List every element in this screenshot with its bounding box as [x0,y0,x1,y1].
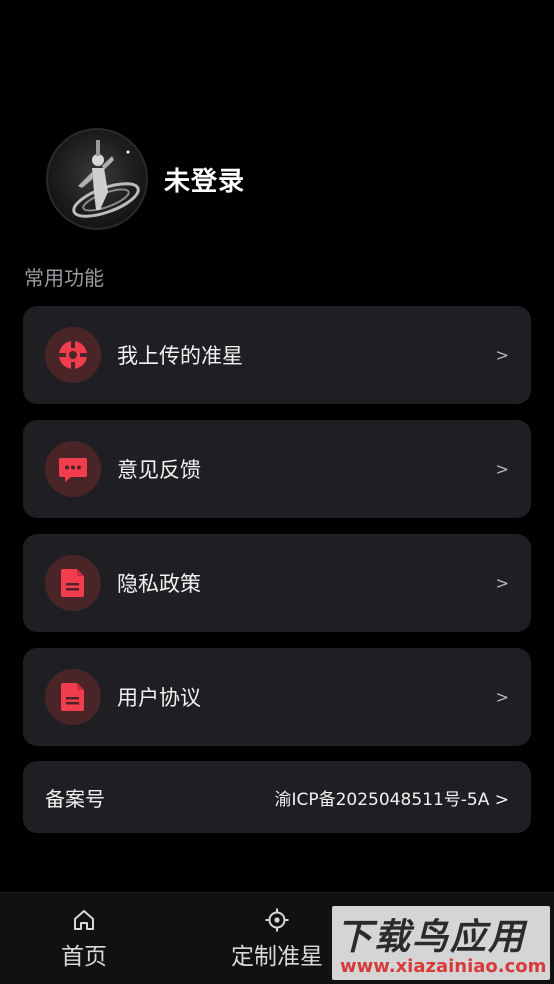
avatar-figure-icon [72,140,140,218]
menu-item-user-agreement[interactable]: 用户协议 > [23,648,531,746]
menu-item-label: 隐私政策 [117,572,201,596]
avatar[interactable] [46,128,148,230]
menu-item-feedback[interactable]: 意见反馈 > [23,420,531,518]
chevron-right-icon: > [495,573,509,593]
menu-item-privacy-policy[interactable]: 隐私政策 > [23,534,531,632]
chat-bubble-icon [59,458,87,482]
tab-home-label: 首页 [61,944,107,970]
username-label[interactable]: 未登录 [164,161,245,198]
profile-header: 未登录 [46,128,245,230]
icp-record-value[interactable]: 渝ICP备2025048511号-5A > [274,785,509,810]
watermark-title: 下载鸟应用 [336,916,527,958]
document-icon-badge [45,555,101,611]
target-icon [265,908,289,932]
document-icon [61,569,84,597]
icp-record-label: 备案号 [45,786,105,811]
menu-item-label: 用户协议 [117,686,201,710]
tab-home[interactable]: 首页 [14,893,154,984]
chat-icon-badge [45,441,101,497]
watermark-logo: 下载鸟应用 www.xiazainiao.com [332,906,550,980]
menu-item-label: 意见反馈 [117,458,201,482]
home-icon [74,910,94,930]
icp-record-row[interactable]: 备案号 渝ICP备2025048511号-5A > [23,761,531,833]
chevron-right-icon: > [495,687,509,707]
menu-item-my-uploads[interactable]: 我上传的准星 > [23,306,531,404]
watermark-url: www.xiazainiao.com [340,956,547,977]
section-title: 常用功能 [24,266,104,290]
menu-item-label: 我上传的准星 [117,344,243,368]
tab-custom-crosshair-label: 定制准星 [231,944,323,970]
chevron-right-icon: > [495,345,509,365]
tab-custom-crosshair[interactable]: 定制准星 [207,893,347,984]
document-icon [61,683,84,711]
crosshair-icon-badge [45,327,101,383]
document-icon-badge [45,669,101,725]
crosshair-icon [59,341,87,369]
chevron-right-icon: > [495,459,509,479]
